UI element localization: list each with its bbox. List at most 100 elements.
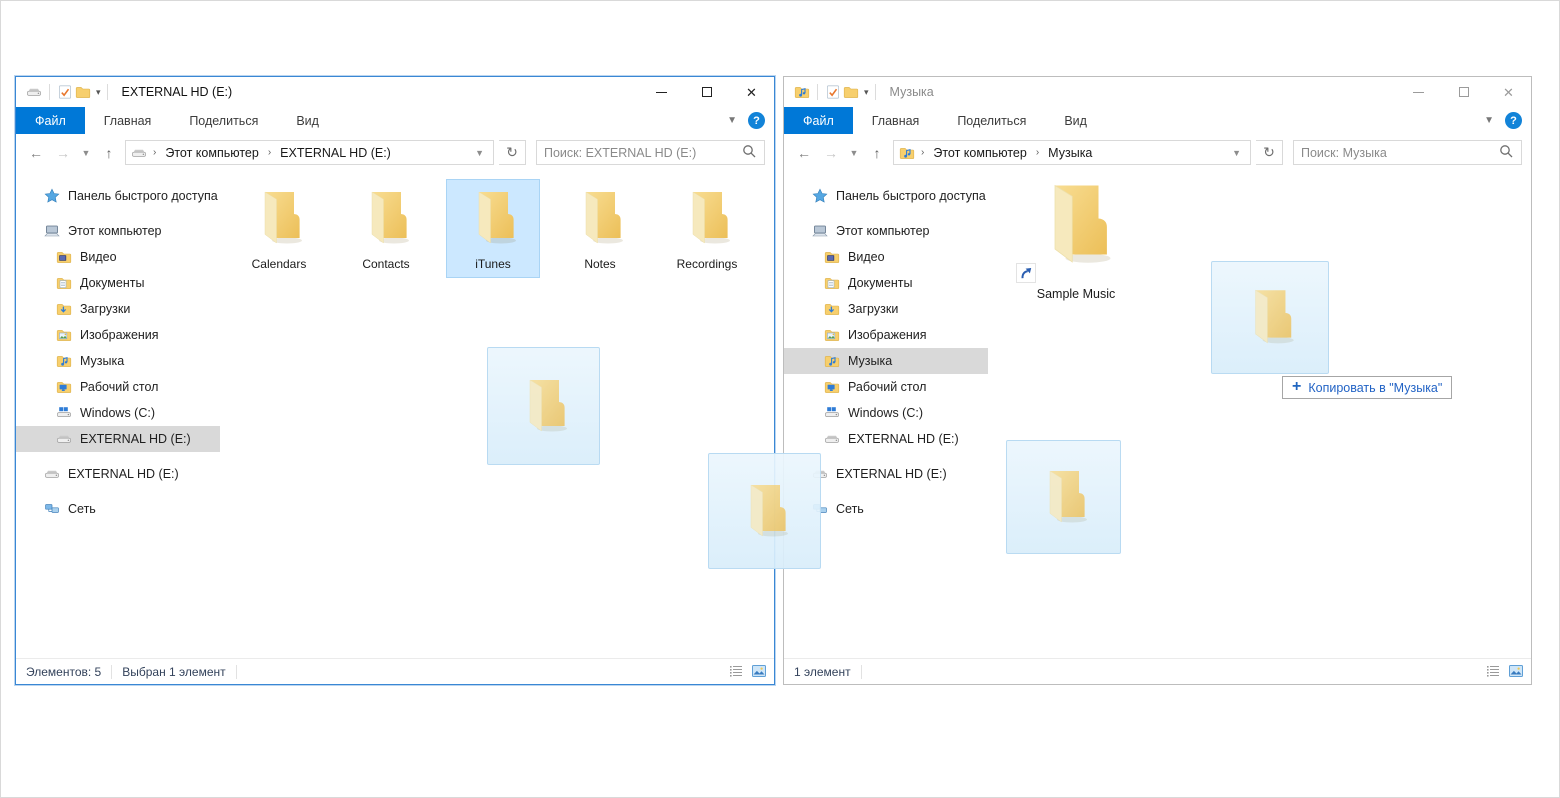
- sidebar-item-pictures[interactable]: Изображения: [16, 322, 220, 348]
- breadcrumb-segment[interactable]: Музыка: [1045, 146, 1095, 160]
- breadcrumb-segment[interactable]: EXTERNAL HD (E:): [277, 146, 394, 160]
- file-tile-recordings[interactable]: Recordings: [660, 179, 754, 278]
- titlebar[interactable]: ▾ Музыка ✕: [784, 77, 1531, 107]
- sidebar-item-documents[interactable]: Документы: [16, 270, 220, 296]
- address-bar[interactable]: ›Этот компьютер›EXTERNAL HD (E:)▼: [125, 140, 494, 165]
- sidebar-item-downloads[interactable]: Загрузки: [16, 296, 220, 322]
- sidebar-item-external-hd-root[interactable]: EXTERNAL HD (E:): [16, 461, 220, 487]
- help-button[interactable]: ?: [1505, 112, 1522, 129]
- new-folder-icon[interactable]: [74, 83, 92, 101]
- breadcrumb-chevron-icon[interactable]: ›: [265, 147, 274, 158]
- ribbon-expand-chevron-icon[interactable]: ▼: [1484, 115, 1494, 126]
- sidebar-item-music[interactable]: Музыка: [16, 348, 220, 374]
- minimize-button[interactable]: [1396, 77, 1441, 107]
- tab-поделиться[interactable]: Поделиться: [938, 107, 1045, 134]
- status-bar: Элементов: 5Выбран 1 элемент: [16, 658, 774, 684]
- tab-поделиться[interactable]: Поделиться: [170, 107, 277, 134]
- file-label: Contacts: [362, 257, 409, 271]
- navigation-toolbar: ← → ▼ ↑ ›Этот компьютер›Музыка▼ ↻ Поиск:…: [784, 134, 1531, 171]
- tab-файл[interactable]: Файл: [784, 107, 853, 134]
- forward-button[interactable]: →: [820, 145, 842, 161]
- sidebar-item-desktop[interactable]: Рабочий стол: [784, 374, 988, 400]
- address-dropdown-chevron-icon[interactable]: ▼: [1228, 148, 1245, 158]
- recent-locations-chevron-icon[interactable]: ▼: [847, 148, 861, 158]
- folder-video-icon: [56, 249, 72, 265]
- sidebar-item-this-pc[interactable]: Этот компьютер: [784, 218, 988, 244]
- ribbon-expand-chevron-icon[interactable]: ▼: [727, 115, 737, 126]
- sidebar-item-video[interactable]: Видео: [16, 244, 220, 270]
- close-button[interactable]: ✕: [1486, 77, 1531, 107]
- details-view-button[interactable]: [728, 663, 744, 682]
- thumbnail-view-button[interactable]: [751, 663, 767, 682]
- help-button[interactable]: ?: [748, 112, 765, 129]
- file-tile-itunes[interactable]: iTunes: [446, 179, 540, 278]
- sidebar-item-label: Музыка: [80, 354, 124, 368]
- file-label: Sample Music: [1037, 287, 1116, 301]
- sidebar-item-music[interactable]: Музыка: [784, 348, 988, 374]
- tab-вид[interactable]: Вид: [277, 107, 338, 134]
- tab-файл[interactable]: Файл: [16, 107, 85, 134]
- sidebar-item-downloads[interactable]: Загрузки: [784, 296, 988, 322]
- sidebar-item-label: Рабочий стол: [80, 380, 158, 394]
- refresh-button[interactable]: ↻: [499, 140, 526, 165]
- sidebar-item-quick-access[interactable]: Панель быстрого доступа: [784, 183, 988, 209]
- breadcrumb-segment[interactable]: Этот компьютер: [162, 146, 261, 160]
- sidebar-item-quick-access[interactable]: Панель быстрого доступа: [16, 183, 220, 209]
- titlebar[interactable]: ▾ EXTERNAL HD (E:) ✕: [16, 77, 774, 107]
- sidebar-item-this-pc[interactable]: Этот компьютер: [16, 218, 220, 244]
- breadcrumb-chevron-icon[interactable]: ›: [1033, 147, 1042, 158]
- address-bar[interactable]: ›Этот компьютер›Музыка▼: [893, 140, 1251, 165]
- forward-button[interactable]: →: [52, 145, 74, 161]
- sidebar-item-windows-c[interactable]: Windows (C:): [784, 400, 988, 426]
- file-tile-notes[interactable]: Notes: [553, 179, 647, 278]
- breadcrumb-chevron-icon[interactable]: ›: [918, 147, 927, 158]
- minimize-button[interactable]: [639, 77, 684, 107]
- drop-tooltip-label: Копировать в "Музыка": [1308, 381, 1442, 395]
- address-dropdown-chevron-icon[interactable]: ▼: [471, 148, 488, 158]
- file-tile-calendars[interactable]: Calendars: [232, 179, 326, 278]
- view-switcher: [1485, 659, 1524, 685]
- breadcrumb-segment[interactable]: Этот компьютер: [930, 146, 1029, 160]
- new-folder-icon[interactable]: [842, 83, 860, 101]
- maximize-button[interactable]: [684, 77, 729, 107]
- folder-desktop-icon: [824, 379, 840, 395]
- sidebar-item-documents[interactable]: Документы: [784, 270, 988, 296]
- folder-music-icon: [899, 145, 915, 161]
- sidebar-item-label: Загрузки: [848, 302, 898, 316]
- search-box[interactable]: Поиск: Музыка: [1293, 140, 1522, 165]
- tab-главная[interactable]: Главная: [853, 107, 939, 134]
- back-button[interactable]: ←: [25, 145, 47, 161]
- tab-вид[interactable]: Вид: [1045, 107, 1106, 134]
- sidebar-item-external-hd-child[interactable]: EXTERNAL HD (E:): [784, 426, 988, 452]
- up-button[interactable]: ↑: [866, 145, 888, 161]
- file-tile-sample-music[interactable]: Sample Music: [1012, 175, 1140, 301]
- refresh-button[interactable]: ↻: [1256, 140, 1283, 165]
- back-button[interactable]: ←: [793, 145, 815, 161]
- file-list-area[interactable]: Sample Music: [988, 171, 1531, 658]
- divider: [236, 665, 237, 679]
- sidebar-item-windows-c[interactable]: Windows (C:): [16, 400, 220, 426]
- qat-customize-chevron-icon[interactable]: ▾: [96, 87, 101, 98]
- qat-customize-chevron-icon[interactable]: ▾: [864, 87, 869, 98]
- sidebar-item-label: Этот компьютер: [836, 224, 929, 238]
- sidebar-item-video[interactable]: Видео: [784, 244, 988, 270]
- details-view-button[interactable]: [1485, 663, 1501, 682]
- recent-locations-chevron-icon[interactable]: ▼: [79, 148, 93, 158]
- tab-главная[interactable]: Главная: [85, 107, 171, 134]
- sidebar-item-external-hd-child[interactable]: EXTERNAL HD (E:): [16, 426, 220, 452]
- file-tile-contacts[interactable]: Contacts: [339, 179, 433, 278]
- close-button[interactable]: ✕: [729, 77, 774, 107]
- breadcrumb-chevron-icon[interactable]: ›: [150, 147, 159, 158]
- properties-check-icon[interactable]: [824, 83, 842, 101]
- divider: [861, 665, 862, 679]
- properties-check-icon[interactable]: [56, 83, 74, 101]
- thumbnail-view-button[interactable]: [1508, 663, 1524, 682]
- maximize-button[interactable]: [1441, 77, 1486, 107]
- search-box[interactable]: Поиск: EXTERNAL HD (E:): [536, 140, 765, 165]
- sidebar-item-network[interactable]: Сеть: [16, 496, 220, 522]
- sidebar-item-desktop[interactable]: Рабочий стол: [16, 374, 220, 400]
- star-icon: [44, 188, 60, 204]
- sidebar-item-pictures[interactable]: Изображения: [784, 322, 988, 348]
- up-button[interactable]: ↑: [98, 145, 120, 161]
- ribbon-tabs: ФайлГлавнаяПоделитьсяВид ▼ ?: [16, 107, 774, 134]
